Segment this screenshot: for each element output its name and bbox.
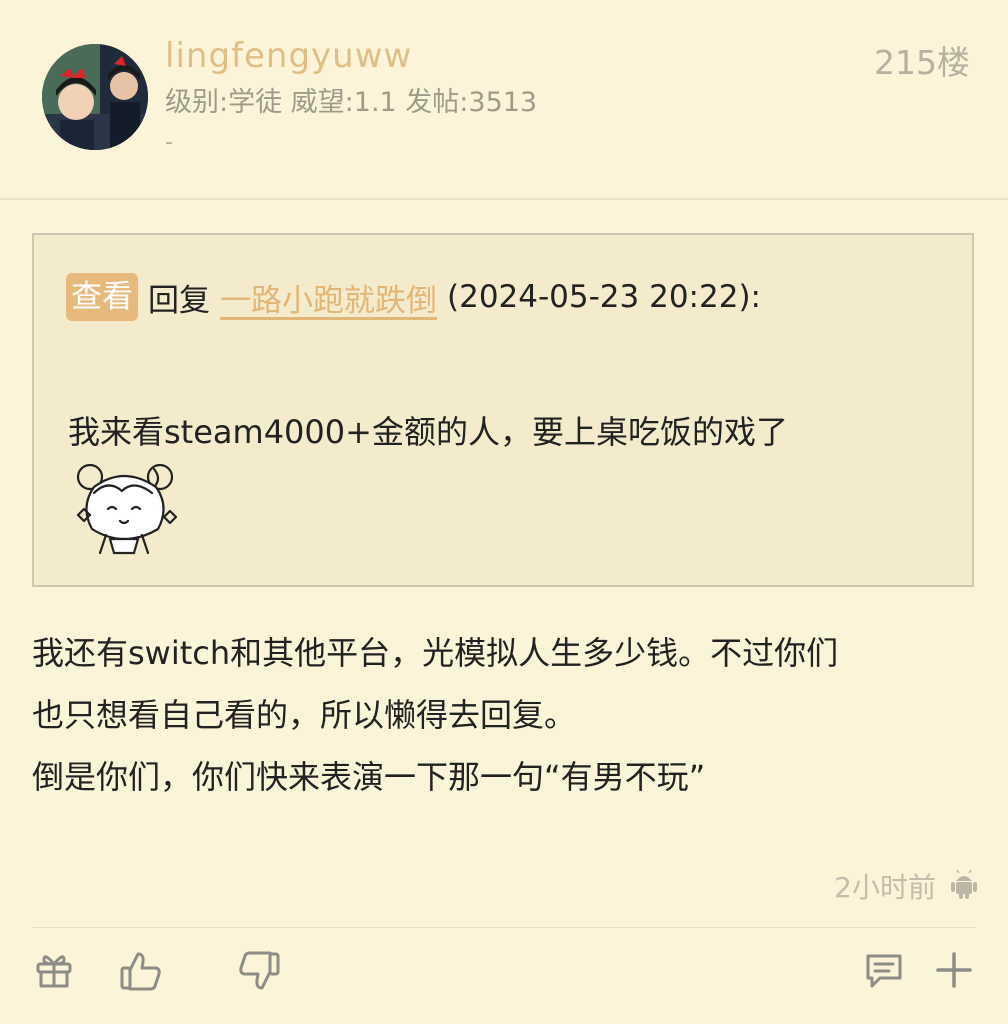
post-time-row: 2小时前	[834, 866, 980, 906]
android-icon	[948, 868, 980, 904]
gift-icon[interactable]	[32, 948, 80, 996]
quote-header: 查看 回复 一路小跑就跌倒 (2024-05-23 20:22):	[66, 273, 761, 321]
quote-datetime: (2024-05-23 20:22):	[447, 279, 761, 315]
quote-block: 查看 回复 一路小跑就跌倒 (2024-05-23 20:22): 我来看ste…	[32, 233, 974, 587]
post-time: 2小时前	[834, 871, 936, 904]
post-header: lingfengyuww 级别:学徒 威望:1.1 发帖:3513 - 215楼	[0, 0, 1008, 200]
actions-divider	[32, 927, 976, 928]
user-meta: 级别:学徒 威望:1.1 发帖:3513	[165, 87, 538, 118]
plus-icon[interactable]	[932, 948, 980, 996]
post-body-line: 也只想看自己看的，所以懒得去回复。	[32, 696, 577, 734]
username[interactable]: lingfengyuww	[165, 36, 412, 76]
thumbs-up-icon[interactable]	[118, 948, 166, 996]
user-signature: -	[165, 130, 173, 155]
thumbs-down-icon[interactable]	[236, 948, 284, 996]
header-divider	[0, 198, 1008, 200]
post-body: 我还有switch和其他平台，光模拟人生多少钱。不过你们 也只想看自己看的，所以…	[32, 622, 972, 808]
quoted-user-link[interactable]: 一路小跑就跌倒	[220, 275, 437, 320]
reply-label: 回复	[148, 282, 210, 319]
comment-icon[interactable]	[862, 948, 910, 996]
floor-number: 215楼	[874, 43, 970, 82]
post-body-line: 我还有switch和其他平台，光模拟人生多少钱。不过你们	[32, 634, 839, 672]
avatar[interactable]	[42, 44, 148, 150]
sticker-image	[64, 457, 182, 555]
post-body-line: 倒是你们，你们快来表演一下那一句“有男不玩”	[32, 758, 706, 796]
quote-text: 我来看steam4000+金额的人，要上桌吃饭的戏了	[68, 413, 788, 451]
view-quote-button[interactable]: 查看	[66, 273, 138, 321]
